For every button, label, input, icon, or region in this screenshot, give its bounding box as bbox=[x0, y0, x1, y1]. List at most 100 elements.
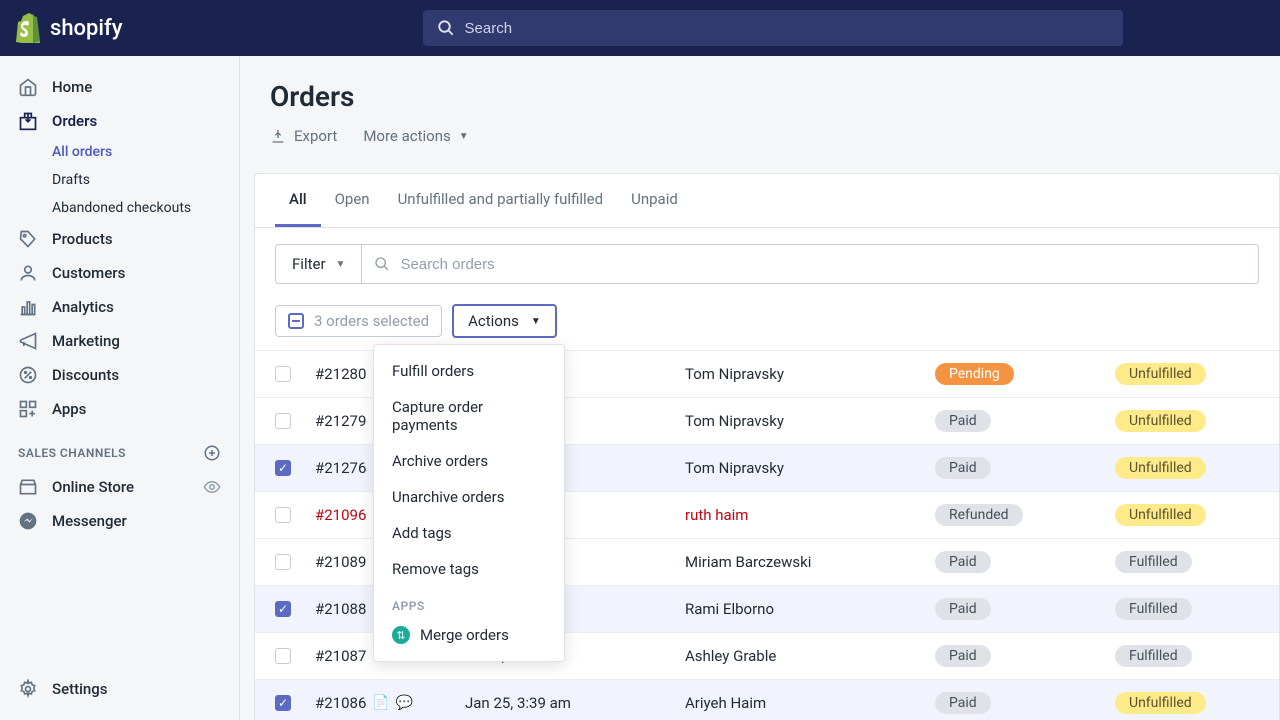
order-customer[interactable]: Tom Nipravsky bbox=[685, 412, 935, 430]
payment-status: Paid bbox=[935, 410, 1115, 432]
order-tabs: All Open Unfulfilled and partially fulfi… bbox=[255, 174, 1279, 228]
order-customer[interactable]: Ariyeh Haim bbox=[685, 694, 935, 712]
select-all-checkbox[interactable] bbox=[288, 313, 304, 329]
row-checkbox[interactable] bbox=[275, 366, 291, 382]
merge-app-icon: ⇅ bbox=[392, 626, 410, 644]
payment-status: Paid bbox=[935, 598, 1115, 620]
nav-marketing[interactable]: Marketing bbox=[0, 324, 239, 358]
fulfillment-status: Unfulfilled bbox=[1115, 363, 1235, 385]
add-channel-icon[interactable] bbox=[203, 444, 221, 462]
filter-button[interactable]: Filter ▼ bbox=[276, 245, 362, 283]
customers-icon bbox=[18, 263, 38, 283]
online-store-icon bbox=[18, 477, 38, 497]
channel-online-store[interactable]: Online Store bbox=[0, 470, 239, 504]
action-add-tags[interactable]: Add tags bbox=[374, 515, 564, 551]
sidebar: Home Orders All orders Drafts Abandoned … bbox=[0, 56, 240, 720]
chevron-down-icon: ▼ bbox=[459, 131, 469, 142]
products-icon bbox=[18, 229, 38, 249]
subnav-abandoned[interactable]: Abandoned checkouts bbox=[0, 194, 239, 222]
order-customer[interactable]: Tom Nipravsky bbox=[685, 365, 935, 383]
tab-open[interactable]: Open bbox=[321, 174, 384, 227]
messenger-icon bbox=[18, 511, 38, 531]
row-checkbox[interactable] bbox=[275, 507, 291, 523]
table-row[interactable]: ✓#21086 📄💬Jan 25, 3:39 amAriyeh HaimPaid… bbox=[255, 679, 1279, 720]
home-icon bbox=[18, 77, 38, 97]
fulfillment-status: Unfulfilled bbox=[1115, 410, 1235, 432]
subnav-drafts[interactable]: Drafts bbox=[0, 166, 239, 194]
fulfillment-status: Unfulfilled bbox=[1115, 504, 1235, 526]
order-customer[interactable]: Miriam Barczewski bbox=[685, 553, 935, 571]
analytics-icon bbox=[18, 297, 38, 317]
order-customer[interactable]: Ashley Grable bbox=[685, 647, 935, 665]
settings-icon bbox=[18, 679, 38, 699]
fulfillment-status: Unfulfilled bbox=[1115, 457, 1235, 479]
note-icon: 📄 bbox=[372, 695, 389, 711]
order-customer[interactable]: ruth haim bbox=[685, 506, 935, 524]
order-customer[interactable]: Tom Nipravsky bbox=[685, 459, 935, 477]
chat-icon: 💬 bbox=[396, 695, 413, 711]
nav-orders[interactable]: Orders bbox=[0, 104, 239, 138]
search-icon bbox=[437, 19, 455, 37]
actions-dropdown: Fulfill orders Capture order payments Ar… bbox=[373, 344, 565, 662]
payment-status: Paid bbox=[935, 457, 1115, 479]
subnav-all-orders[interactable]: All orders bbox=[0, 138, 239, 166]
page-title: Orders bbox=[270, 80, 1250, 113]
fulfillment-status: Unfulfilled bbox=[1115, 692, 1235, 714]
main-content: Orders Export More actions ▼ All Open Un… bbox=[240, 56, 1280, 720]
view-store-icon[interactable] bbox=[203, 478, 221, 496]
action-capture-payments[interactable]: Capture order payments bbox=[374, 389, 564, 443]
row-checkbox[interactable] bbox=[275, 648, 291, 664]
action-fulfill-orders[interactable]: Fulfill orders bbox=[374, 353, 564, 389]
payment-status: Paid bbox=[935, 551, 1115, 573]
nav-discounts[interactable]: Discounts bbox=[0, 358, 239, 392]
global-search-input[interactable] bbox=[465, 20, 1109, 37]
row-checkbox[interactable] bbox=[275, 554, 291, 570]
actions-apps-header: APPS bbox=[374, 587, 564, 617]
nav-settings[interactable]: Settings bbox=[0, 672, 239, 706]
payment-status: Paid bbox=[935, 645, 1115, 667]
nav-home[interactable]: Home bbox=[0, 70, 239, 104]
brand-name: shopify bbox=[50, 16, 123, 41]
global-search[interactable] bbox=[423, 10, 1123, 46]
order-date: Jan 25, 3:39 am bbox=[465, 694, 685, 712]
fulfillment-status: Fulfilled bbox=[1115, 598, 1235, 620]
discounts-icon bbox=[18, 365, 38, 385]
order-id[interactable]: #21086 📄💬 bbox=[315, 694, 465, 712]
bulk-actions-button[interactable]: Actions ▼ bbox=[452, 304, 557, 338]
row-checkbox[interactable] bbox=[275, 413, 291, 429]
row-checkbox[interactable]: ✓ bbox=[275, 695, 291, 711]
nav-products[interactable]: Products bbox=[0, 222, 239, 256]
brand-logo: shopify bbox=[16, 13, 123, 43]
row-checkbox[interactable]: ✓ bbox=[275, 460, 291, 476]
tab-unpaid[interactable]: Unpaid bbox=[617, 174, 692, 227]
tab-unfulfilled[interactable]: Unfulfilled and partially fulfilled bbox=[384, 174, 618, 227]
tab-all[interactable]: All bbox=[275, 174, 321, 227]
fulfillment-status: Fulfilled bbox=[1115, 551, 1235, 573]
payment-status: Pending bbox=[935, 363, 1115, 385]
fulfillment-status: Fulfilled bbox=[1115, 645, 1235, 667]
order-customer[interactable]: Rami Elborno bbox=[685, 600, 935, 618]
chevron-down-icon: ▼ bbox=[336, 259, 346, 270]
search-orders-input[interactable] bbox=[396, 246, 1246, 283]
more-actions-button[interactable]: More actions ▼ bbox=[363, 127, 468, 145]
top-bar: shopify bbox=[0, 0, 1280, 56]
export-icon bbox=[270, 128, 286, 144]
shopify-bag-icon bbox=[16, 13, 42, 43]
row-checkbox[interactable]: ✓ bbox=[275, 601, 291, 617]
search-icon bbox=[374, 256, 390, 272]
chevron-down-icon: ▼ bbox=[531, 316, 541, 327]
action-archive-orders[interactable]: Archive orders bbox=[374, 443, 564, 479]
orders-icon bbox=[18, 111, 38, 131]
selection-summary: 3 orders selected bbox=[275, 305, 442, 337]
action-unarchive-orders[interactable]: Unarchive orders bbox=[374, 479, 564, 515]
export-button[interactable]: Export bbox=[270, 127, 337, 145]
nav-apps[interactable]: Apps bbox=[0, 392, 239, 426]
nav-analytics[interactable]: Analytics bbox=[0, 290, 239, 324]
sales-channels-header: SALES CHANNELS bbox=[0, 426, 239, 470]
action-merge-orders[interactable]: ⇅ Merge orders bbox=[374, 617, 564, 653]
channel-messenger[interactable]: Messenger bbox=[0, 504, 239, 538]
action-remove-tags[interactable]: Remove tags bbox=[374, 551, 564, 587]
payment-status: Paid bbox=[935, 692, 1115, 714]
nav-customers[interactable]: Customers bbox=[0, 256, 239, 290]
payment-status: Refunded bbox=[935, 504, 1115, 526]
